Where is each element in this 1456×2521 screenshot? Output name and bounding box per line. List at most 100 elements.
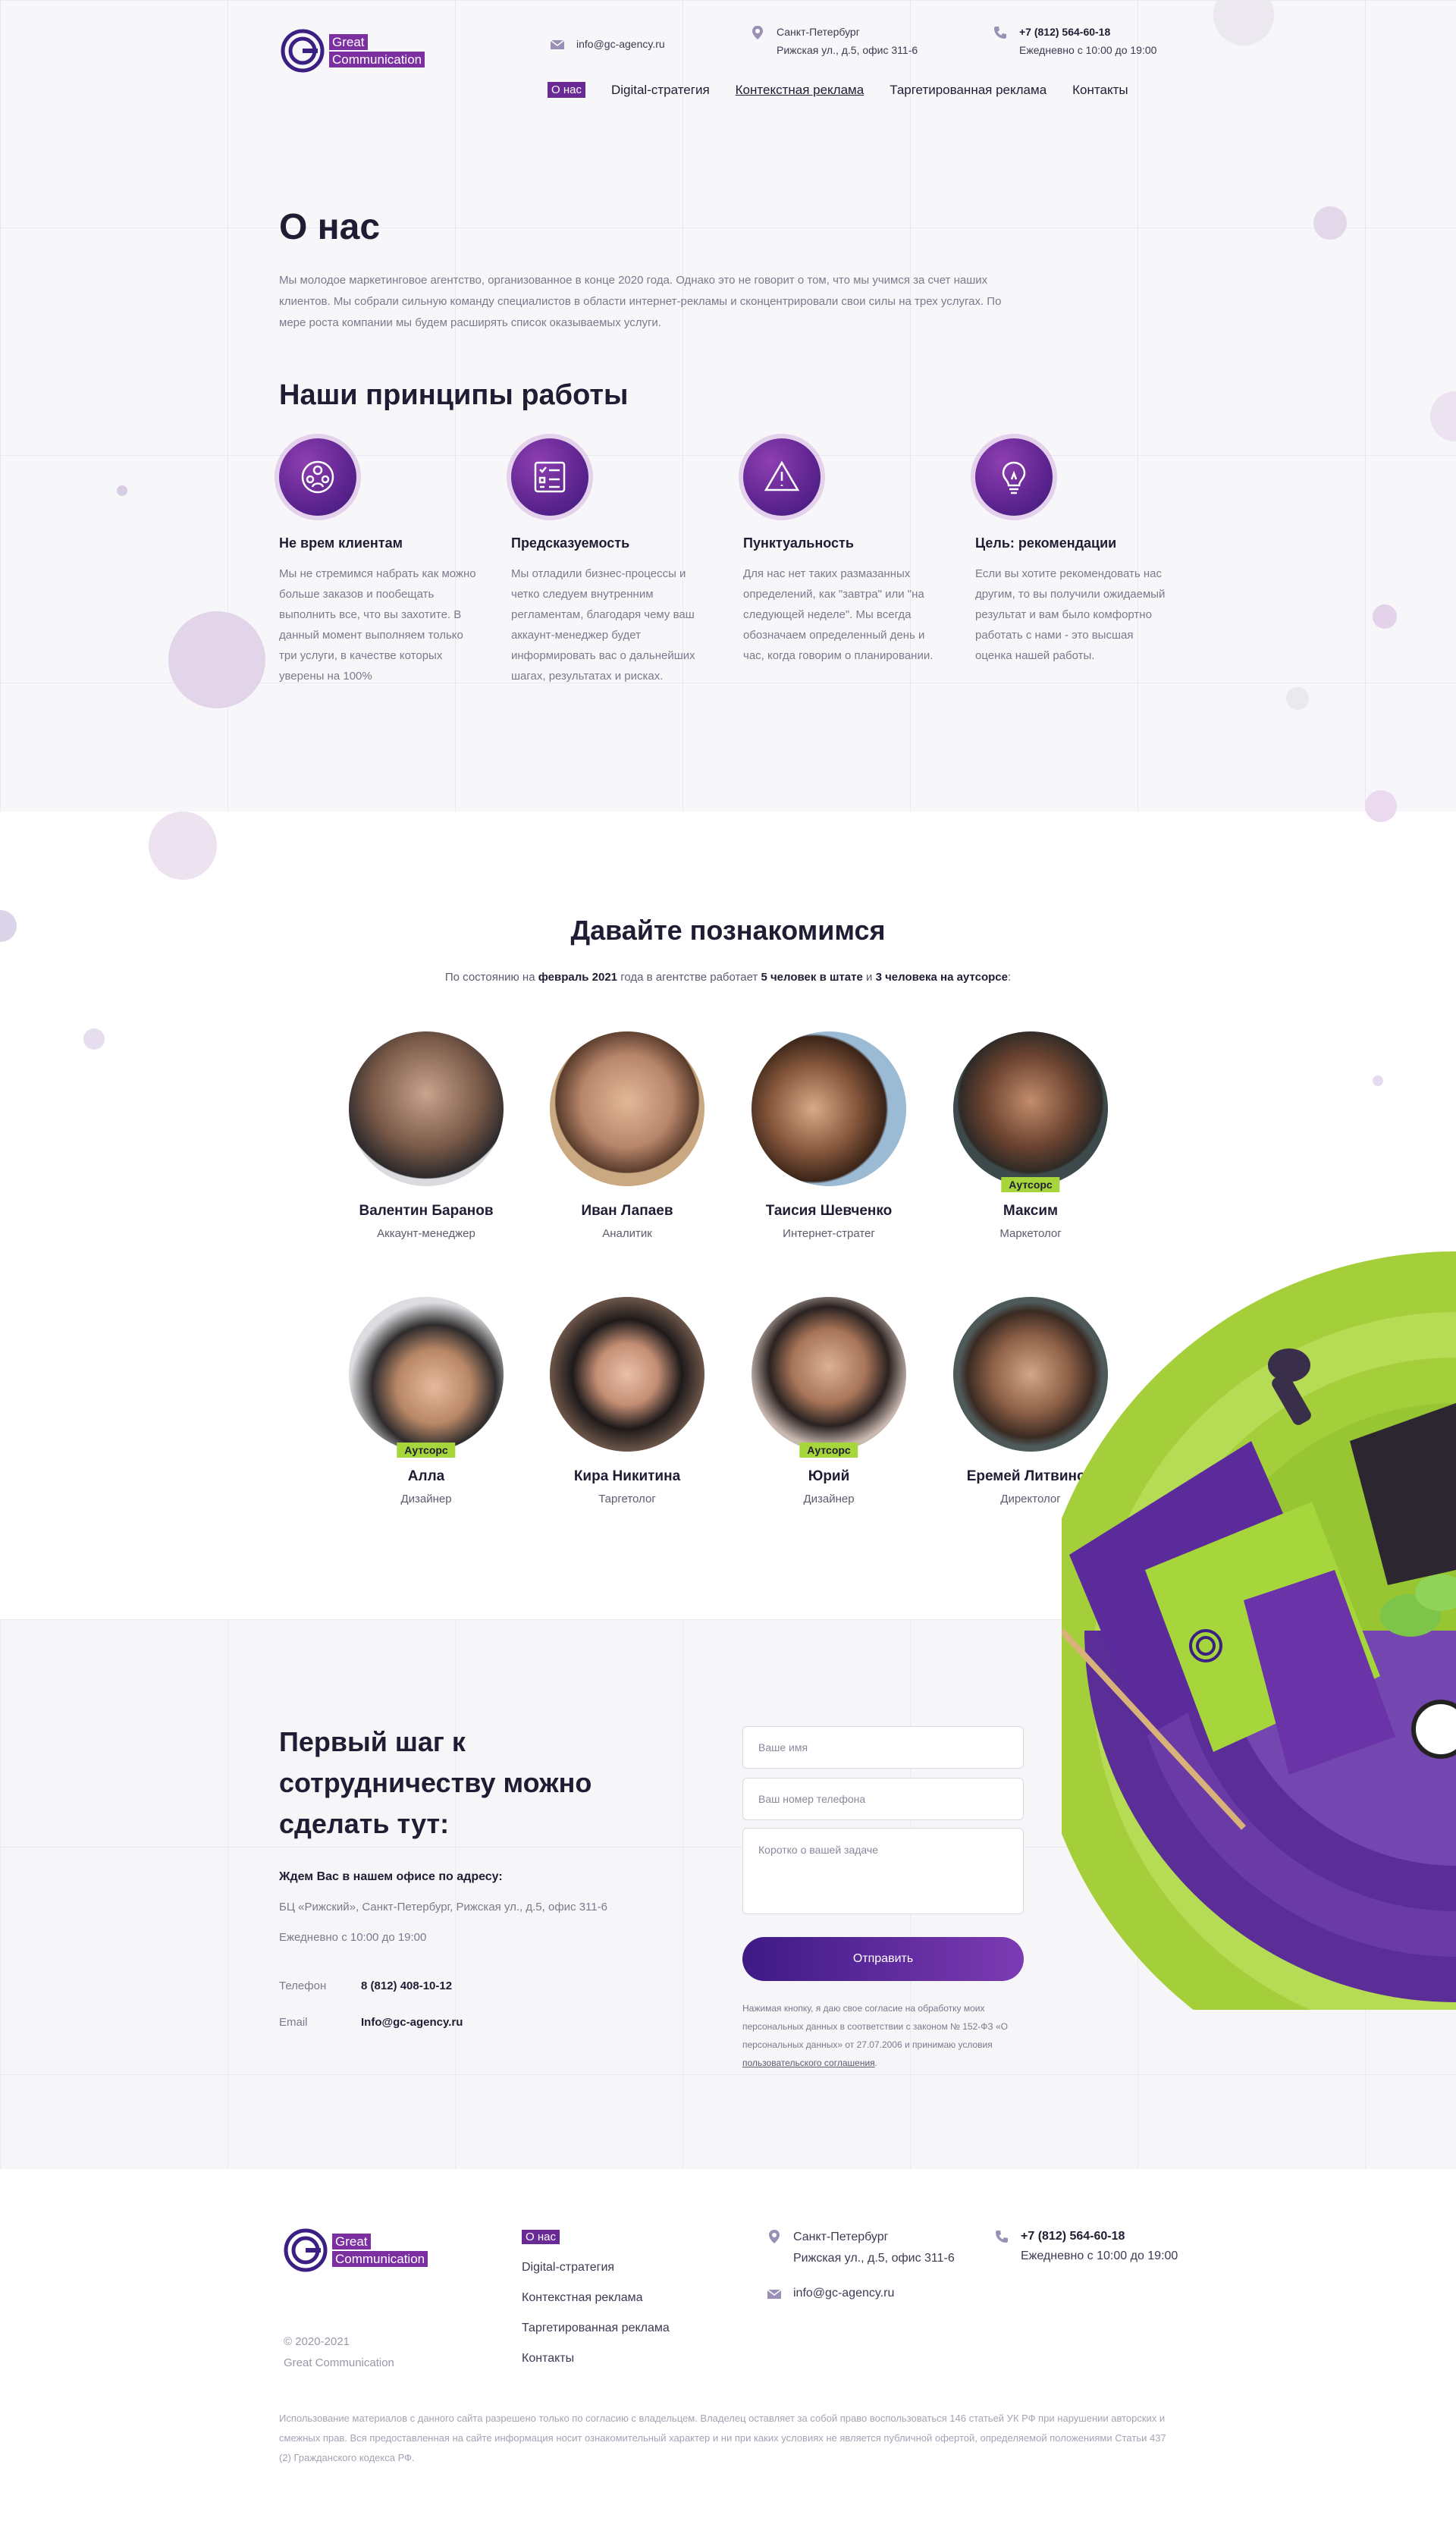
principle-icon-circle — [511, 438, 588, 516]
contact-title: Первый шаг к сотрудничеству можно сделат… — [279, 1726, 592, 1839]
terms-link[interactable]: пользовательского соглашения — [742, 2058, 875, 2068]
decor-bubble — [1373, 604, 1397, 629]
mail-icon — [767, 2289, 782, 2299]
lightbulb-icon — [1002, 461, 1026, 494]
header-hours: Ежедневно с 10:00 до 19:00 — [1019, 44, 1157, 56]
principle-icon-circle — [279, 438, 356, 516]
office-hours: Ежедневно с 10:00 до 19:00 — [279, 1931, 427, 1944]
team-member: Аутсорс Максим Маркетолог — [940, 1031, 1122, 1240]
about-text: Мы молодое маркетинговое агентство, орга… — [279, 274, 1002, 329]
avatar — [550, 1297, 704, 1452]
principle-icon-circle — [975, 438, 1053, 516]
office-address: БЦ «Рижский», Санкт-Петербург, Рижская у… — [279, 1901, 607, 1914]
principle-title: Не врем клиентам — [279, 535, 403, 551]
decor-bubble — [1313, 206, 1347, 240]
logo-text-line1: Great — [329, 34, 368, 50]
location-pin-icon — [752, 26, 763, 39]
principle-item: Предсказуемость Мы отладили бизнес-проце… — [511, 438, 708, 686]
header-street: Рижская ул., д.5, офис 311-6 — [777, 44, 918, 56]
avatar — [349, 1031, 504, 1186]
logo-text-line2: Communication — [329, 52, 425, 67]
legal-text: Использование материалов с данного сайта… — [279, 2413, 1166, 2463]
team-member: Аутсорс Алла Дизайнер — [335, 1297, 517, 1505]
email-label: Email — [279, 2016, 308, 2029]
principle-title: Пунктуальность — [743, 535, 854, 551]
outsource-badge: Аутсорс — [397, 1443, 456, 1458]
footer-email[interactable]: info@gc-agency.ru — [766, 2284, 894, 2303]
decor-bubble — [83, 1028, 105, 1050]
principles-title: Наши принципы работы — [279, 379, 629, 411]
nav-item-about[interactable]: О нас — [548, 82, 585, 98]
nav-item-contacts[interactable]: Контакты — [1072, 83, 1128, 98]
contact-phone[interactable]: 8 (812) 408-10-12 — [361, 1979, 452, 1992]
nav-item-digital-strategy[interactable]: Digital-стратегия — [611, 83, 710, 98]
location-pin-icon — [769, 2230, 780, 2243]
principle-text: Для нас нет таких размазанных определени… — [743, 567, 934, 662]
team-member: Аутсорс Юрий Дизайнер — [738, 1297, 920, 1505]
contact-email[interactable]: Info@gc-agency.ru — [361, 2016, 463, 2029]
team-title: Давайте познакомимся — [570, 915, 886, 946]
footer-nav: О нас Digital-стратегия Контекстная рекл… — [522, 2230, 670, 2382]
footer-nav-item[interactable]: Контакты — [522, 2352, 670, 2366]
decor-bubble — [1373, 1075, 1383, 1086]
principle-text: Мы отладили бизнес-процессы и четко след… — [511, 567, 695, 683]
avatar — [752, 1297, 906, 1452]
principle-icon-circle — [743, 438, 821, 516]
team-member: Иван Лапаев Аналитик — [536, 1031, 718, 1240]
phone-icon — [996, 2231, 1008, 2243]
decor-bubble — [117, 485, 127, 496]
avatar — [349, 1297, 504, 1452]
footer-nav-item[interactable]: О нас — [522, 2230, 560, 2244]
principle-title: Цель: рекомендации — [975, 535, 1117, 551]
main-nav: О нас Digital-стратегия Контекстная рекл… — [548, 82, 1128, 98]
footer-phone[interactable]: +7 (812) 564-60-18 Ежедневно с 10:00 до … — [993, 2227, 1178, 2266]
principle-text: Если вы хотите рекомендовать нас другим,… — [975, 567, 1166, 662]
principle-item: Не врем клиентам Мы не стремимся набрать… — [279, 438, 476, 686]
header-phone[interactable]: +7 (812) 564-60-18 Ежедневно с 10:00 до … — [992, 23, 1156, 59]
copyright: © 2020-2021 Great Communication — [284, 2335, 394, 2369]
team-intro: По состоянию на февраль 2021 года в аген… — [444, 971, 1012, 984]
people-icon — [301, 460, 334, 494]
header-email[interactable]: info@gc-agency.ru — [549, 35, 665, 53]
decorative-brand-image — [1062, 1251, 1456, 2010]
avatar — [752, 1031, 906, 1186]
mail-icon — [550, 39, 565, 49]
principle-item: Цель: рекомендации Если вы хотите рекоме… — [975, 438, 1172, 666]
phone-input[interactable]: Ваш номер телефона — [742, 1778, 1024, 1820]
header-address: Санкт-Петербург Рижская ул., д.5, офис 3… — [749, 23, 918, 59]
name-input[interactable]: Ваше имя — [742, 1726, 1024, 1769]
outsource-badge: Аутсорс — [799, 1443, 858, 1458]
footer-nav-item[interactable]: Таргетированная реклама — [522, 2322, 670, 2335]
footer-logo[interactable]: Great Communication — [284, 2228, 428, 2272]
principle-text: Мы не стремимся набрать как можно больше… — [279, 567, 476, 683]
header-phone-number: +7 (812) 564-60-18 — [1019, 26, 1111, 38]
phone-icon — [994, 27, 1006, 39]
warning-icon — [764, 460, 800, 491]
principle-title: Предсказуемость — [511, 535, 630, 551]
footer-nav-item[interactable]: Контекстная реклама — [522, 2291, 670, 2305]
decor-bubble — [149, 812, 217, 880]
decor-bubble — [1286, 687, 1309, 710]
submit-button[interactable]: Отправить — [742, 1937, 1024, 1981]
decor-bubble — [168, 611, 265, 708]
phone-label: Телефон — [279, 1979, 327, 1992]
footer-background — [0, 2169, 1456, 2521]
outsource-badge: Аутсорс — [1001, 1177, 1060, 1192]
team-member: Кира Никитина Таргетолог — [536, 1297, 718, 1505]
principle-item: Пунктуальность Для нас нет таких размаза… — [743, 438, 940, 666]
team-member: Таисия Шевченко Интернет-стратег — [738, 1031, 920, 1240]
avatar — [550, 1031, 704, 1186]
office-label: Ждем Вас в нашем офисе по адресу: — [279, 1870, 503, 1883]
nav-item-targeted-ads[interactable]: Таргетированная реклама — [890, 83, 1046, 98]
footer-address: Санкт-Петербург Рижская ул., д.5, офис 3… — [766, 2227, 955, 2269]
consent-text: Нажимая кнопку, я даю свое согласие на о… — [742, 2003, 1008, 2068]
logo-mark-icon — [284, 2228, 328, 2272]
decor-bubble — [1365, 790, 1397, 822]
footer-nav-item[interactable]: Digital-стратегия — [522, 2261, 670, 2275]
header-city: Санкт-Петербург — [777, 26, 860, 38]
page-title: О нас — [279, 207, 381, 247]
task-textarea[interactable]: Коротко о вашей задаче — [742, 1828, 1024, 1914]
team-member: Валентин Баранов Аккаунт-менеджер — [335, 1031, 517, 1240]
header-logo[interactable]: Great Communication — [281, 29, 425, 73]
nav-item-context-ads[interactable]: Контекстная реклама — [736, 83, 864, 98]
